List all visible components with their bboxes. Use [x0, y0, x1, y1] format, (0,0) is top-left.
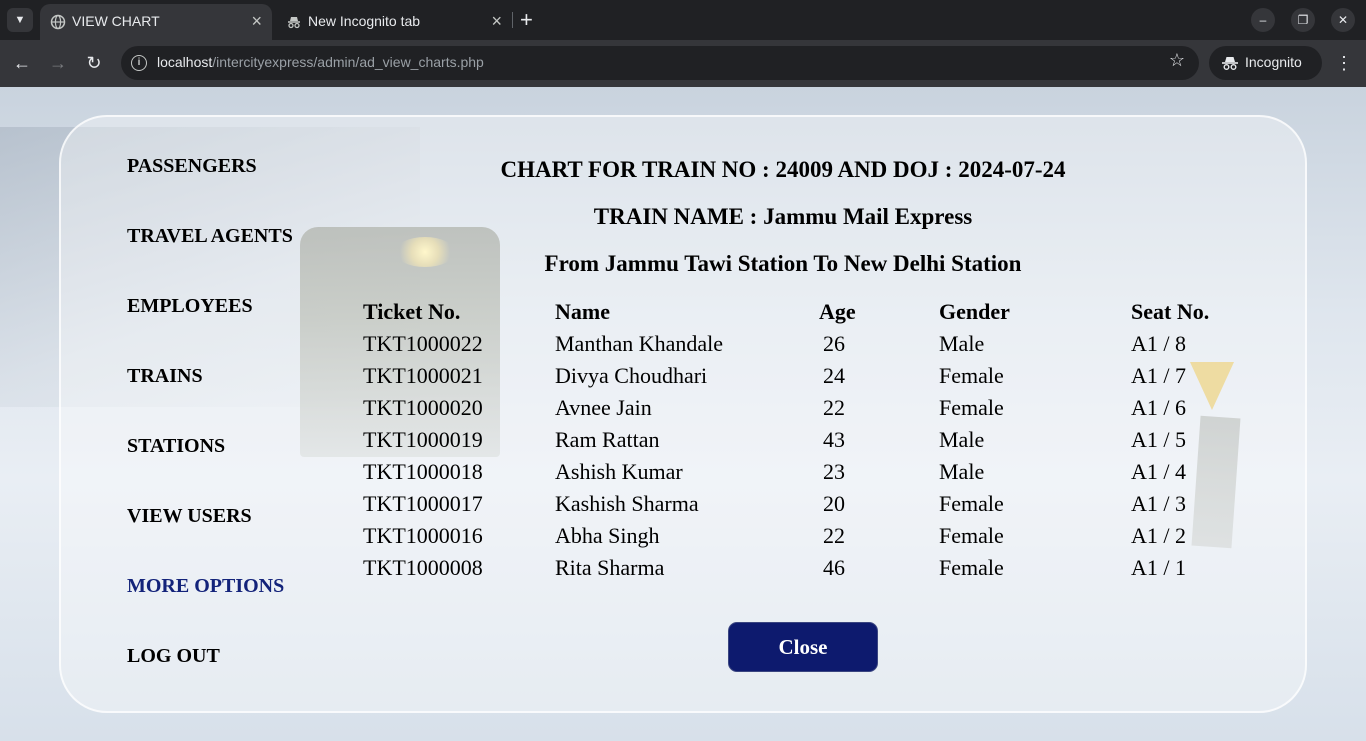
reload-icon[interactable]: ↻ [82, 52, 106, 76]
table-cell-ticket-no: TKT1000016 [363, 523, 483, 548]
table-cell-seat-no: A1 / 1 [1131, 555, 1186, 580]
table-cell-name: Ashish Kumar [555, 459, 683, 484]
incognito-profile-button[interactable]: Incognito [1209, 46, 1322, 80]
column-header-seat-no: Seat No. [1131, 299, 1210, 324]
sidebar-item-travel-agents[interactable]: TRAVEL AGENTS [127, 225, 293, 248]
table-cell-name: Manthan Khandale [555, 331, 723, 356]
table-cell-seat-no: A1 / 3 [1131, 491, 1186, 516]
forward-arrow-icon[interactable]: → [46, 52, 70, 76]
sidebar-item-stations[interactable]: STATIONS [127, 435, 225, 458]
table-cell-name: Abha Singh [555, 523, 660, 548]
route-text: From Jammu Tawi Station To New Delhi Sta… [544, 251, 1022, 276]
table-cell-name: Ram Rattan [555, 427, 660, 452]
tab-divider [512, 12, 513, 28]
column-header-gender: Gender [939, 299, 1010, 324]
table-cell-gender: Female [939, 555, 1004, 580]
restore-icon[interactable]: ❐ [1291, 8, 1315, 32]
incognito-icon [1222, 57, 1238, 70]
table-cell-ticket-no: TKT1000008 [363, 555, 483, 580]
chart-heading: CHART FOR TRAIN NO : 24009 AND DOJ : 202… [500, 157, 1066, 182]
sidebar-item-trains[interactable]: TRAINS [127, 365, 203, 388]
train-name: TRAIN NAME : Jammu Mail Express [593, 204, 973, 229]
chevron-down-icon: ▼ [14, 14, 26, 26]
info-icon[interactable]: i [131, 55, 147, 71]
table-row: TKT1000020 Avnee Jain 22 Female A1 / 6 [361, 395, 1261, 427]
table-cell-gender: Male [939, 459, 985, 484]
star-icon[interactable]: ☆ [1169, 50, 1185, 71]
tab-view-chart[interactable]: VIEW CHART × [40, 4, 272, 40]
table-cell-gender: Female [939, 363, 1004, 388]
table-cell-name: Divya Choudhari [555, 363, 708, 388]
table-row: TKT1000022 Manthan Khandale 26 Male A1 / 8 [361, 331, 1261, 363]
browser-toolbar: ← → ↻ i localhost/intercityexpress/admin… [0, 40, 1366, 87]
table-cell-gender: Male [939, 331, 985, 356]
table-cell-age: 43 [823, 427, 845, 452]
content-panel: PASSENGERS TRAVEL AGENTS EMPLOYEES TRAIN… [59, 115, 1307, 713]
table-cell-age: 26 [823, 331, 845, 356]
incognito-label: Incognito [1245, 54, 1302, 70]
close-window-icon[interactable]: ✕ [1331, 8, 1355, 32]
column-header-ticket-no: Ticket No. [363, 299, 461, 324]
table-cell-seat-no: A1 / 2 [1131, 523, 1186, 548]
table-header-row: Ticket No. Name Age Gender Seat No. [361, 299, 1261, 331]
table-row: TKT1000008 Rita Sharma 46 Female A1 / 1 [361, 555, 1261, 587]
table-cell-age: 24 [823, 363, 845, 388]
tab-new-incognito[interactable]: New Incognito tab × [276, 4, 512, 40]
address-bar[interactable]: i localhost/intercityexpress/admin/ad_vi… [121, 46, 1199, 80]
table-cell-ticket-no: TKT1000018 [363, 459, 483, 484]
table-cell-ticket-no: TKT1000019 [363, 427, 483, 452]
close-icon[interactable]: × [251, 11, 262, 32]
table-cell-ticket-no: TKT1000020 [363, 395, 483, 420]
table-cell-seat-no: A1 / 4 [1131, 459, 1186, 484]
tab-title: VIEW CHART [72, 13, 160, 29]
sidebar-item-more-options[interactable]: MORE OPTIONS [127, 575, 284, 598]
close-icon[interactable]: × [491, 11, 502, 32]
table-cell-gender: Male [939, 427, 985, 452]
column-header-name: Name [555, 299, 610, 324]
globe-icon [50, 14, 66, 30]
table-cell-ticket-no: TKT1000021 [363, 363, 483, 388]
column-header-age: Age [819, 299, 856, 324]
table-cell-ticket-no: TKT1000022 [363, 331, 483, 356]
table-row: TKT1000017 Kashish Sharma 20 Female A1 / 3 [361, 491, 1261, 523]
sidebar-item-employees[interactable]: EMPLOYEES [127, 295, 253, 318]
table-cell-seat-no: A1 / 7 [1131, 363, 1186, 388]
table-cell-seat-no: A1 / 5 [1131, 427, 1186, 452]
table-cell-seat-no: A1 / 8 [1131, 331, 1186, 356]
url-text[interactable]: localhost/intercityexpress/admin/ad_view… [157, 54, 484, 70]
sidebar-item-view-users[interactable]: VIEW USERS [127, 505, 252, 528]
table-cell-name: Avnee Jain [555, 395, 652, 420]
incognito-icon [288, 17, 300, 29]
table-row: TKT1000018 Ashish Kumar 23 Male A1 / 4 [361, 459, 1261, 491]
table-cell-name: Kashish Sharma [555, 491, 699, 516]
table-cell-gender: Female [939, 395, 1004, 420]
minimize-icon[interactable]: – [1251, 8, 1275, 32]
table-row: TKT1000019 Ram Rattan 43 Male A1 / 5 [361, 427, 1261, 459]
table-cell-age: 23 [823, 459, 845, 484]
table-cell-age: 22 [823, 523, 845, 548]
tab-search-button[interactable]: ▼ [7, 8, 33, 32]
table-row: TKT1000021 Divya Choudhari 24 Female A1 / 7 [361, 363, 1261, 395]
table-cell-ticket-no: TKT1000017 [363, 491, 483, 516]
sidebar-item-passengers[interactable]: PASSENGERS [127, 155, 257, 178]
page-viewport: PASSENGERS TRAVEL AGENTS EMPLOYEES TRAIN… [0, 87, 1366, 741]
table-cell-gender: Female [939, 523, 1004, 548]
close-button[interactable]: Close [728, 622, 878, 672]
sidebar-item-log-out[interactable]: LOG OUT [127, 645, 220, 668]
table-cell-age: 20 [823, 491, 845, 516]
table-row: TKT1000016 Abha Singh 22 Female A1 / 2 [361, 523, 1261, 555]
plus-icon[interactable]: + [520, 7, 533, 33]
tab-strip: ▼ VIEW CHART × New Incognito tab × + – ❐… [0, 0, 1366, 40]
table-cell-name: Rita Sharma [555, 555, 665, 580]
back-arrow-icon[interactable]: ← [10, 52, 34, 76]
tab-title: New Incognito tab [308, 13, 421, 29]
table-cell-age: 46 [823, 555, 845, 580]
table-cell-age: 22 [823, 395, 845, 420]
table-cell-seat-no: A1 / 6 [1131, 395, 1186, 420]
table-cell-gender: Female [939, 491, 1004, 516]
kebab-menu-icon[interactable]: ⋮ [1332, 50, 1356, 76]
